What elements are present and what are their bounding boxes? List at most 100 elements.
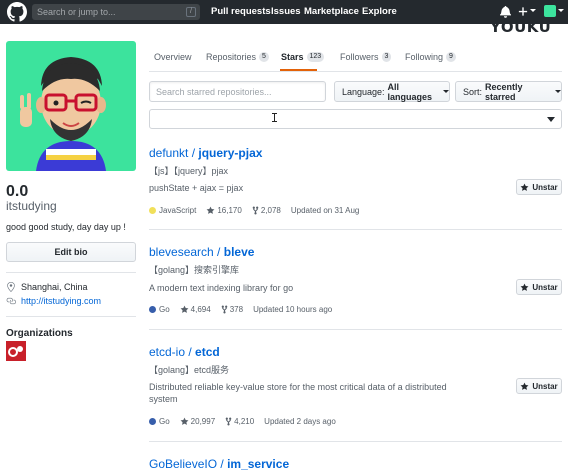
repo-meta: Go 20,997 4,210 Updated 2 days ago (149, 417, 346, 426)
star-icon (520, 382, 529, 390)
sort-filter-button[interactable]: Sort: Recently starred (455, 81, 562, 102)
star-icon (180, 305, 189, 313)
profile-tabs: Overview Repositories 5 Stars 123 Follower… (149, 41, 562, 72)
starred-repo-item: blevesearch / bleve 【golang】搜索引擎库 A mode… (149, 245, 562, 325)
language-color-dot (149, 306, 156, 313)
profile-location: Shanghai, China (6, 282, 88, 292)
repo-updated: Updated 10 hours ago (253, 305, 333, 314)
repo-divider (149, 229, 562, 230)
unstar-button[interactable]: Unstar (516, 179, 562, 195)
github-logo-icon[interactable] (7, 2, 27, 22)
repo-forks[interactable]: 2,078 (252, 206, 281, 215)
plus-caret-icon (530, 9, 536, 12)
global-search[interactable]: / (32, 4, 200, 20)
language-color-dot (149, 207, 156, 214)
repo-meta: JavaScript 16,170 2,078 Updated on 31 Au… (149, 206, 369, 215)
plus-icon[interactable] (518, 6, 528, 17)
repo-updated: Updated on 31 Aug (290, 206, 360, 215)
language-filter-button[interactable]: Language: All languages (334, 81, 450, 102)
star-icon (520, 183, 529, 191)
repo-stars[interactable]: 20,997 (180, 417, 215, 426)
caret-down-icon (555, 90, 561, 93)
profile-bio: good good study, day day up ! (6, 222, 126, 232)
cartoon-avatar-icon (20, 57, 106, 171)
following-count: 9 (446, 52, 456, 62)
star-icon (520, 283, 529, 291)
tab-following[interactable]: Following 9 (405, 52, 456, 62)
star-icon (206, 206, 215, 214)
repo-title-link[interactable]: GoBelieveIO / im_service (149, 457, 289, 471)
org-logo-icon (6, 341, 26, 361)
sidebar-divider (6, 316, 136, 317)
organization-avatar[interactable] (6, 341, 26, 361)
star-icon (180, 417, 189, 425)
fork-icon (225, 417, 232, 426)
repositories-count: 5 (259, 52, 269, 62)
sort-filter-label: Sort: (463, 86, 483, 97)
repo-forks[interactable]: 4,210 (225, 417, 254, 426)
fork-icon (221, 305, 228, 314)
language-filter-value: All languages (387, 81, 433, 102)
bell-icon[interactable] (500, 5, 511, 18)
starred-search-input[interactable] (150, 82, 325, 101)
tab-stars[interactable]: Stars 123 (281, 52, 325, 62)
youku-watermark: YOUKU (490, 18, 552, 36)
starred-repo-item: etcd-io / etcd 【golang】etcd服务 Distribute… (149, 345, 562, 435)
repo-language: JavaScript (149, 206, 196, 215)
nav-marketplace[interactable]: Marketplace (304, 6, 359, 17)
repo-title-link[interactable]: defunkt / jquery-pjax (149, 146, 262, 160)
repo-description-line: Distributed reliable key-value store for… (149, 382, 447, 392)
caret-down-icon (443, 90, 449, 93)
website-link[interactable]: http://itstudying.com (21, 296, 101, 306)
repo-description-line: 【golang】etcd服务 (149, 365, 230, 375)
nav-pull-requests[interactable]: Pull requests (211, 6, 271, 17)
repo-description-line: 【golang】搜索引擎库 (149, 265, 240, 275)
repo-title-link[interactable]: blevesearch / bleve (149, 245, 254, 259)
slash-shortcut-key: / (186, 7, 196, 17)
global-search-input[interactable] (32, 4, 200, 20)
repo-divider (149, 441, 562, 442)
repo-stars[interactable]: 4,694 (180, 305, 211, 314)
repo-language: Go (149, 417, 170, 426)
tab-followers[interactable]: Followers 3 (340, 52, 392, 62)
tab-repositories[interactable]: Repositories 5 (206, 52, 269, 62)
nav-explore[interactable]: Explore (362, 6, 397, 17)
repo-forks[interactable]: 378 (221, 305, 243, 314)
repo-description-line: pushState + ajax = pjax (149, 183, 244, 193)
text-cursor-icon (272, 113, 277, 122)
repo-meta: Go 4,694 378 Updated 10 hours ago (149, 305, 342, 314)
edit-bio-button[interactable]: Edit bio (6, 242, 136, 262)
profile-website: http://itstudying.com (6, 296, 101, 306)
repo-description-line: 【js】【jquery】pjax (149, 166, 229, 176)
starred-search[interactable] (149, 81, 326, 102)
profile-avatar[interactable] (6, 41, 136, 171)
nav-issues[interactable]: Issues (271, 6, 301, 17)
repo-updated: Updated 2 days ago (264, 417, 336, 426)
repo-stars[interactable]: 16,170 (206, 206, 242, 215)
fork-icon (252, 206, 259, 215)
repo-language: Go (149, 305, 170, 314)
followers-count: 3 (381, 52, 392, 62)
unstar-button[interactable]: Unstar (516, 378, 562, 394)
location-pin-icon (7, 282, 15, 292)
starred-repo-item: GoBelieveIO / im_service (149, 457, 562, 472)
selected-tab-indicator (280, 69, 317, 71)
organizations-heading: Organizations (6, 328, 73, 339)
sort-filter-value: Recently starred (485, 81, 523, 102)
profile-login: itstudying (6, 199, 57, 213)
repo-description-line: A modern text indexing library for go (149, 283, 294, 293)
stars-count: 123 (306, 52, 325, 62)
avatar-icon[interactable] (544, 5, 556, 17)
sidebar-divider (6, 272, 136, 273)
language-filter-label: Language: (342, 86, 385, 97)
dropdown-select[interactable] (149, 109, 562, 129)
link-icon (6, 297, 16, 305)
repo-divider (149, 329, 562, 330)
location-text: Shanghai, China (21, 282, 88, 292)
avatar-caret-icon (558, 9, 564, 12)
repo-title-link[interactable]: etcd-io / etcd (149, 345, 220, 359)
unstar-button[interactable]: Unstar (516, 279, 562, 295)
tab-overview[interactable]: Overview (154, 52, 192, 62)
select-arrow-icon (547, 117, 555, 122)
repo-description-line: system (149, 394, 178, 404)
